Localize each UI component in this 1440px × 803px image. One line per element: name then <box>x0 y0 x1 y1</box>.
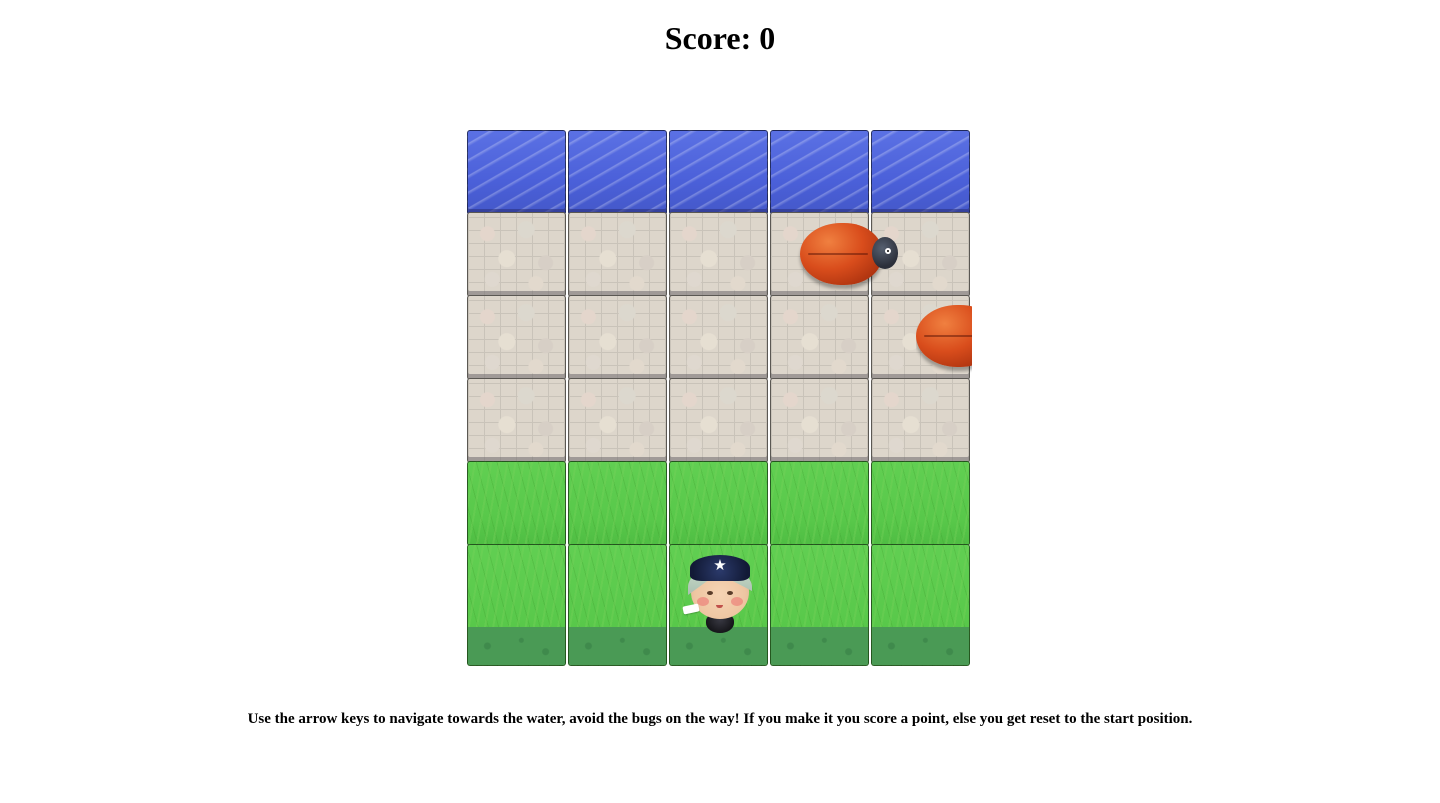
stone-tile <box>871 378 970 463</box>
stone-tile <box>770 378 869 463</box>
stone-tile <box>669 212 768 297</box>
ladybug-icon <box>800 221 898 291</box>
score-display: Score: 0 <box>664 20 776 56</box>
player-eye <box>707 591 713 595</box>
instructions-text: Use the arrow keys to navigate towards t… <box>247 711 1193 727</box>
grass-tile <box>770 461 869 546</box>
stone-tile <box>770 295 869 380</box>
stone-tile <box>467 295 566 380</box>
water-tile <box>871 130 970 215</box>
star-icon: ★ <box>713 556 727 574</box>
grass-tile <box>568 544 667 666</box>
stone-tile <box>669 295 768 380</box>
stone-tile <box>467 212 566 297</box>
grass-tile <box>669 461 768 546</box>
stone-tile <box>568 212 667 297</box>
player-eye <box>727 591 733 595</box>
player-cheek <box>731 597 743 606</box>
water-tile <box>568 130 667 215</box>
water-tile <box>467 130 566 215</box>
player-character-icon: ★ <box>682 555 755 637</box>
grass-tile <box>770 544 869 666</box>
stone-tile <box>568 378 667 463</box>
water-tile <box>669 130 768 215</box>
stone-tile <box>467 378 566 463</box>
player-cheek <box>697 597 709 606</box>
grass-tile <box>467 544 566 666</box>
bug-eye <box>885 248 891 254</box>
grass-tile <box>467 461 566 546</box>
grass-tile <box>871 461 970 546</box>
water-tile <box>770 130 869 215</box>
grass-tile <box>871 544 970 666</box>
grass-tile <box>568 461 667 546</box>
bug-body <box>916 305 972 367</box>
player-scarf <box>682 603 700 615</box>
stone-tile <box>669 378 768 463</box>
ladybug-icon <box>916 303 972 373</box>
bug-body <box>800 223 882 285</box>
stone-tile <box>568 295 667 380</box>
